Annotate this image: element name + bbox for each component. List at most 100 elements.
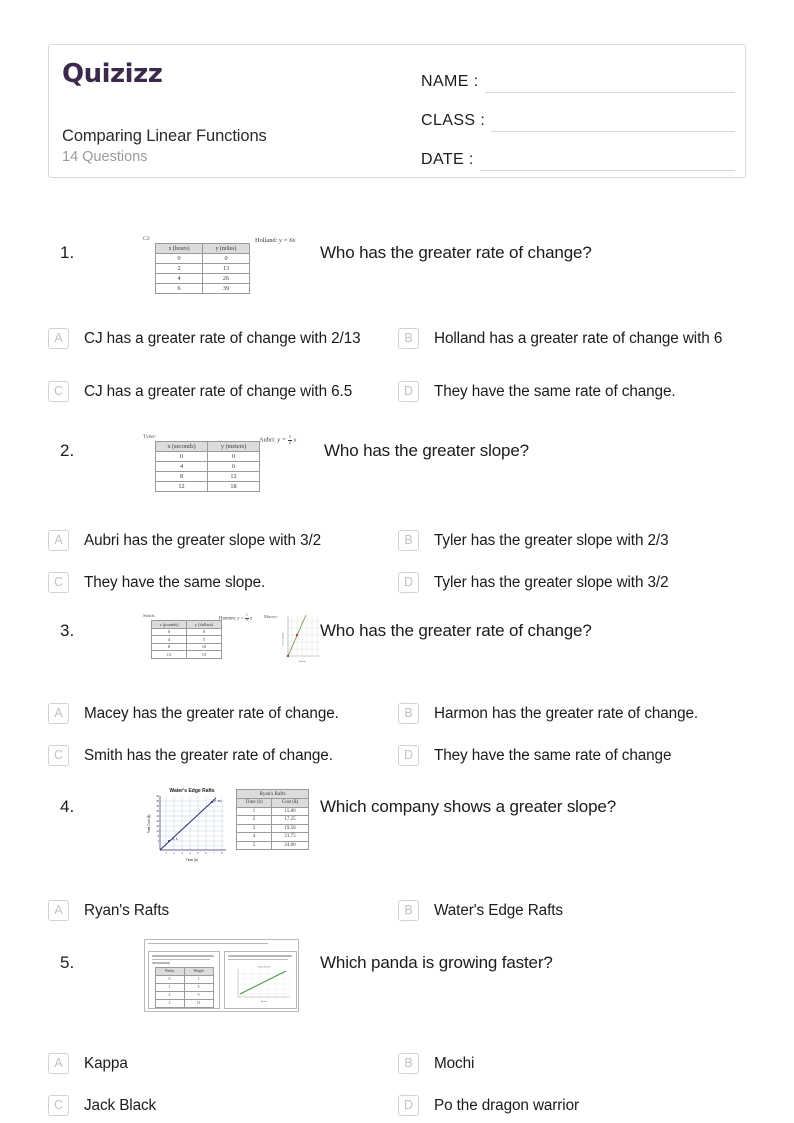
option-3a[interactable]: A Macey has the greater rate of change. [48, 703, 398, 724]
q4-th-cost: Cost ($) [271, 798, 309, 808]
table-row: 45 [151, 635, 222, 644]
q5-right-line-1 [228, 955, 292, 957]
option-2c[interactable]: C They have the same slope. [48, 572, 398, 593]
option-text: Mochi [434, 1055, 475, 1072]
option-2a[interactable]: A Aubri has the greater slope with 3/2 [48, 530, 398, 551]
option-text: Smith has the greater rate of change. [84, 747, 333, 764]
q4-table-wrap: Ryan's Rafts Time (h) Cost ($) 1 15.00 21… [236, 789, 309, 850]
option-1c[interactable]: C CJ has a greater rate of change with 6… [48, 381, 398, 402]
option-letter: C [48, 381, 69, 402]
q2-equation-owner: Aubri: [259, 436, 276, 444]
q4-graph-svg: Water's Edge Rafts (1, 5) (7, 35) 403632… [144, 784, 234, 864]
q5-right-line-2 [228, 958, 288, 961]
page-title: Comparing Linear Functions [62, 127, 267, 145]
option-letter: B [398, 900, 419, 921]
option-text: Po the dragon warrior [434, 1097, 579, 1114]
q5-graph: Panda Growth Weeks [228, 962, 294, 1009]
option-5c[interactable]: C Jack Black [48, 1095, 398, 1116]
option-text: Holland has a greater rate of change wit… [434, 330, 723, 347]
question-4-prompt: Which company shows a greater slope? [320, 797, 617, 816]
option-text: Tyler has the greater slope with 3/2 [434, 574, 669, 591]
q5-graph-svg: Panda Growth Weeks [228, 964, 294, 1005]
table-row: 00 [155, 451, 260, 462]
option-letter: B [398, 1053, 419, 1074]
q3-th-x: x (pounds) [151, 620, 187, 629]
option-4a[interactable]: A Ryan's Rafts [48, 900, 398, 921]
question-block-1: 1. CJ: x (hours) y (miles) 00 2 13 4 26 63… [48, 236, 746, 402]
q2-fraction-denominator: 2 [288, 439, 291, 445]
q3-data-table: x (pounds) y (dollars) 00 45 8 10 12 15 [151, 620, 222, 659]
option-text: Harmon has the greater rate of change. [434, 705, 699, 722]
q3-fraction: 1 2 [245, 613, 249, 623]
svg-text:(1, 5): (1, 5) [172, 837, 178, 841]
option-letter: A [48, 1053, 69, 1074]
q3-graph-xlabel: Pounds [298, 661, 305, 663]
option-text: CJ has a greater rate of change with 6.5 [84, 383, 353, 400]
question-2-header: 2. Tyler: x (seconds) y (meters) 00 46 8… [48, 434, 746, 501]
q3-graph-svg: Cost in Dollars Pounds [280, 612, 322, 664]
worksheet-header-card: Quizizz Comparing Linear Functions 14 Qu… [48, 44, 746, 178]
q4-graph-xlabel: Time (h) [186, 858, 199, 862]
option-4b[interactable]: B Water's Edge Rafts [398, 900, 746, 921]
option-2b[interactable]: B Tyler has the greater slope with 2/3 [398, 530, 746, 551]
q1-data-table: x (hours) y (miles) 00 2 13 4 26 6 39 [155, 243, 250, 294]
q5-right-panel: Panda Growth Weeks [224, 951, 297, 1009]
q3-table-owner: Smith: [143, 613, 156, 618]
option-3d[interactable]: D They have the same rate of change [398, 745, 746, 766]
option-text: Water's Edge Rafts [434, 902, 563, 919]
option-5d[interactable]: D Po the dragon warrior [398, 1095, 746, 1116]
option-1a[interactable]: A CJ has a greater rate of change with 2… [48, 328, 398, 349]
name-input-line[interactable] [484, 70, 735, 93]
q5-left-panel: Weeks Weight 01 15 29 3 13 [148, 951, 220, 1009]
option-1b[interactable]: B Holland has a greater rate of change w… [398, 328, 746, 349]
q2-table-owner: Tyler: [143, 434, 157, 440]
option-2d[interactable]: D Tyler has the greater slope with 3/2 [398, 572, 746, 593]
question-number-1: 1. [60, 243, 75, 262]
table-row: 46 [155, 461, 260, 472]
option-5b[interactable]: B Mochi [398, 1053, 746, 1074]
q3-equation-lhs: y = [237, 616, 244, 622]
question-1-header: 1. CJ: x (hours) y (miles) 00 2 13 4 26 63… [48, 236, 746, 303]
option-letter: D [398, 572, 419, 593]
svg-text:Panda Growth: Panda Growth [258, 966, 271, 969]
option-5a[interactable]: A Kappa [48, 1053, 398, 1074]
q5-document-scan: Weeks Weight 01 15 29 3 13 Panda Growth … [144, 939, 299, 1012]
date-input-line[interactable] [479, 148, 735, 171]
question-number-4: 4. [60, 797, 75, 816]
option-letter: A [48, 530, 69, 551]
name-field-label: NAME : [421, 73, 479, 90]
table-row: 00 [151, 627, 222, 636]
option-text: Kappa [84, 1055, 128, 1072]
option-1d[interactable]: D They have the same rate of change. [398, 381, 746, 402]
q3-equation: Harmon: y = 1 2 x [219, 613, 253, 623]
q2-fraction: 3 2 [287, 434, 292, 445]
q5-data-table: Weeks Weight 01 15 29 3 13 [154, 966, 214, 1008]
table-row: 8 10 [151, 642, 222, 651]
q5-scan-heading-line [148, 943, 268, 945]
question-1-media: CJ: x (hours) y (miles) 00 2 13 4 26 6 39 H… [143, 236, 313, 294]
svg-text:(7, 35): (7, 35) [214, 799, 222, 803]
q3-equation-suffix: x [250, 616, 253, 622]
class-input-line[interactable] [491, 109, 735, 132]
q4-graph: Water's Edge Rafts (1, 5) (7, 35) 40 36 … [144, 784, 234, 869]
q5-left-line-3 [152, 962, 170, 964]
q1-th-y: y (miles) [202, 243, 250, 254]
svg-text:Weeks: Weeks [261, 1001, 267, 1003]
table-row: 29 [154, 990, 214, 1000]
option-letter: A [48, 900, 69, 921]
q4-graph-ylabel: Total Cost ($) [147, 815, 151, 834]
question-number-5: 5. [60, 953, 75, 972]
table-row: 00 [155, 253, 250, 264]
question-5-media: Weeks Weight 01 15 29 3 13 Panda Growth … [144, 939, 299, 1012]
question-3-prompt: Who has the greater rate of change? [320, 621, 592, 640]
option-letter: A [48, 703, 69, 724]
table-row: 4 26 [155, 273, 250, 284]
option-text: Jack Black [84, 1097, 157, 1114]
option-3c[interactable]: C Smith has the greater rate of change. [48, 745, 398, 766]
q3-graph: Cost in Dollars Pounds [280, 612, 322, 669]
option-3b[interactable]: B Harmon has the greater rate of change. [398, 703, 746, 724]
question-3-media: Smith: x (pounds) y (dollars) 00 45 8 10 … [143, 612, 323, 671]
q5-th-weeks: Weeks [154, 966, 185, 976]
q1-table-owner: CJ: [143, 236, 151, 242]
table-row: 4 21.75 [236, 832, 309, 842]
